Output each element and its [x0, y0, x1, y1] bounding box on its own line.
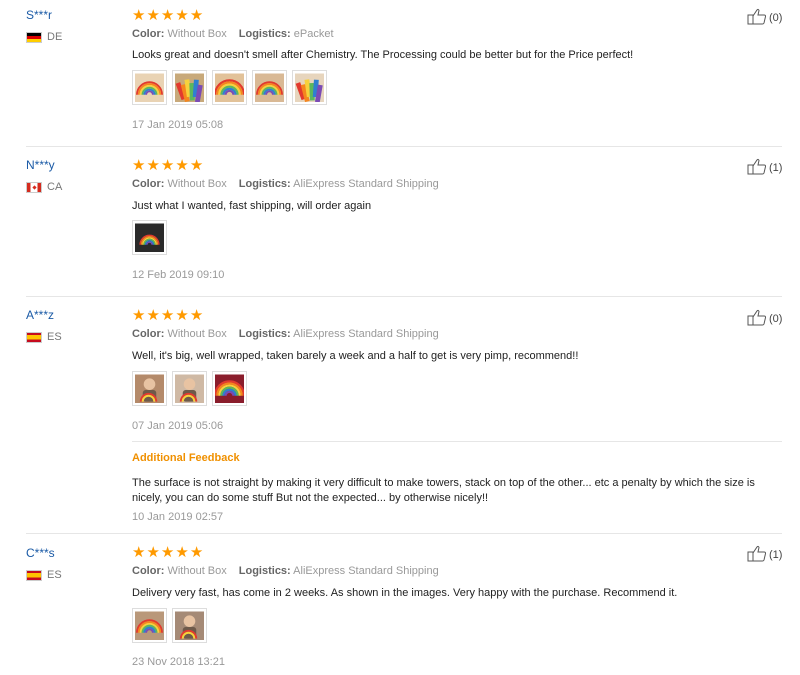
reviewer-name[interactable]: C***s	[26, 546, 55, 560]
review-text: Delivery very fast, has come in 2 weeks.…	[132, 587, 678, 599]
photo-image	[175, 611, 204, 640]
thumbs-up-icon	[747, 545, 767, 565]
photo-image	[135, 611, 164, 640]
review-item: C***s ES ★ ★ ★ ★ ★ Color: Without Box Logistics:…	[0, 0, 800, 675]
star-icon: ★	[189, 543, 204, 561]
color-label: Color:	[132, 565, 165, 577]
logistics-label: Logistics:	[238, 565, 291, 577]
star-icon: ★	[146, 543, 160, 561]
helpful-button[interactable]: (1)	[747, 545, 782, 565]
country-flag-icon	[26, 569, 42, 581]
color-value: Without Box	[167, 565, 227, 577]
country-code: ES	[47, 569, 62, 581]
review-photos	[132, 608, 207, 643]
review-photo-thumbnail[interactable]	[132, 608, 167, 643]
star-rating: ★ ★ ★ ★ ★	[132, 545, 203, 560]
helpful-count: (1)	[769, 549, 783, 561]
star-icon: ★	[132, 543, 146, 561]
review-date: 23 Nov 2018 13:21	[132, 656, 225, 668]
review-divider	[26, 533, 782, 534]
review-photo-thumbnail[interactable]	[172, 608, 207, 643]
reviewer-country: ES	[26, 569, 62, 581]
star-icon: ★	[160, 543, 175, 561]
star-icon: ★	[175, 543, 189, 561]
logistics-value: AliExpress Standard Shipping	[293, 565, 439, 577]
review-attributes: Color: Without Box Logistics: AliExpress …	[132, 565, 439, 577]
review-feed: S***r DE ★ ★ ★ ★ ★ Color: Without Box Logistics:…	[0, 0, 800, 675]
